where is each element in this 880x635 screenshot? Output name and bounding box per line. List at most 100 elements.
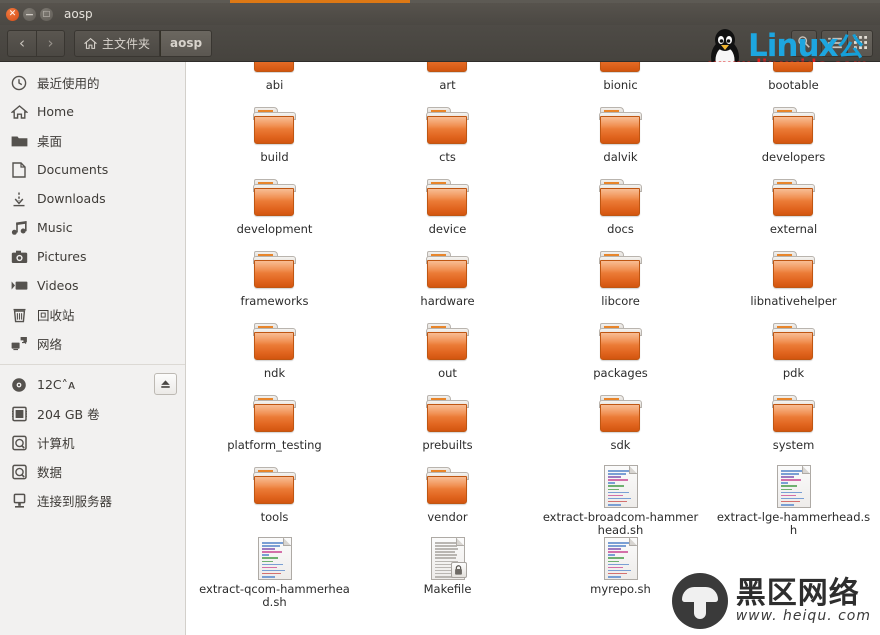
lock-badge-icon [450,562,467,578]
file-icon-wrap [770,248,818,292]
file-item[interactable]: abi [188,62,361,102]
harddisk-icon [10,434,28,452]
window-titlebar: ✕ − □ aosp [0,3,880,25]
folder-icon [253,62,297,73]
watermark-heiqu-url: www. heiqu. com [735,608,871,624]
download-icon [10,190,28,208]
trash-icon [10,306,28,324]
document-icon [10,161,28,179]
breadcrumb-item-current[interactable]: aosp [160,29,213,57]
folder-icon [425,251,470,289]
home-icon [84,37,97,50]
file-item[interactable]: ndk [188,318,361,390]
file-name-label: pdk [782,366,805,380]
sidebar-item-downloads[interactable]: Downloads [0,184,185,213]
file-icon-wrap [424,62,472,76]
file-item[interactable]: Makefile [361,534,534,606]
file-item[interactable]: docs [534,174,707,246]
eject-button[interactable] [154,373,177,395]
file-icon-wrap [424,176,472,220]
file-list-view[interactable]: abi art bionic bootable build cts dalvik develo… [186,62,879,635]
file-name-label: system [772,438,815,452]
file-item[interactable]: bionic [534,62,707,102]
sidebar-item-desktop[interactable]: 桌面 [0,126,185,155]
sidebar-item-data[interactable]: 数据 [0,457,185,486]
file-icon-wrap [251,248,299,292]
sidebar-item-recent[interactable]: 最近使用的 [0,68,185,97]
file-item[interactable]: art [361,62,534,102]
file-item[interactable]: bootable [707,62,879,102]
file-item[interactable]: extract-broadcom-hammerhead.sh [534,462,707,537]
sidebar-item-documents[interactable]: Documents [0,155,185,184]
music-icon [10,219,28,237]
sidebar-item-trash[interactable]: 回收站 [0,300,185,329]
file-icon-wrap [770,62,818,76]
sidebar-item-label: 204 GB 卷 [37,407,100,422]
file-item[interactable]: extract-qcom-hammerhead.sh [188,534,361,609]
file-item[interactable]: myrepo.sh [534,534,707,606]
file-item[interactable]: development [188,174,361,246]
window-body: 最近使用的 Home 桌面 Documents Downloads Music … [0,62,880,635]
window-controls: ✕ − □ [0,7,53,21]
file-item[interactable]: build [188,102,361,174]
file-item[interactable]: prebuilts [361,390,534,462]
sidebar-item-music[interactable]: Music [0,213,185,242]
list-view-button[interactable] [821,29,847,57]
file-item[interactable]: sdk [534,390,707,462]
sidebar-item-volume-204gb[interactable]: 204 GB 卷 [0,399,185,428]
sidebar-item-label: Documents [37,162,109,177]
back-button[interactable]: ‹ [7,29,36,57]
close-icon: ✕ [8,8,17,19]
file-item[interactable]: frameworks [188,246,361,318]
sidebar-item-disc[interactable]: 12C˄ᴀ [0,370,185,399]
sidebar-item-network[interactable]: 网络 [0,329,185,358]
file-manager-window: ✕ − □ aosp ‹ › 主文件夹 aosp Linux公 最近使用的 Ho… [0,3,880,635]
sidebar-item-label: Home [37,104,74,119]
sidebar-item-pictures[interactable]: Pictures [0,242,185,271]
folder-icon [598,107,643,145]
folder-icon [771,251,816,289]
file-item[interactable]: pdk [707,318,879,390]
file-item[interactable]: libcore [534,246,707,318]
chevron-right-icon: › [47,34,54,52]
sidebar-item-connect-to-server[interactable]: 连接到服务器 [0,486,185,515]
file-name-label: vendor [427,510,468,524]
file-icon-wrap [251,392,299,436]
maximize-button[interactable]: □ [40,7,53,21]
file-item[interactable]: out [361,318,534,390]
file-item[interactable]: vendor [361,462,534,534]
file-item[interactable]: libnativehelper [707,246,879,318]
toolbar-right-group [791,29,873,57]
file-item[interactable]: extract-lge-hammerhead.sh [707,462,879,537]
search-button[interactable] [791,29,817,57]
breadcrumb-item-home[interactable]: 主文件夹 [74,29,161,57]
file-item[interactable]: cts [361,102,534,174]
sidebar-item-computer[interactable]: 计算机 [0,428,185,457]
folder-icon [598,323,643,361]
file-item[interactable]: external [707,174,879,246]
chevron-left-icon: ‹ [19,34,25,52]
close-button[interactable]: ✕ [6,7,19,21]
file-name-label: extract-qcom-hammerhead.sh [199,582,350,609]
file-icon-wrap [251,464,299,508]
file-item[interactable]: system [707,390,879,462]
file-item[interactable]: platform_testing [188,390,361,462]
minimize-button[interactable]: − [23,7,36,21]
file-item[interactable]: dalvik [534,102,707,174]
window-title: aosp [64,7,93,21]
folder-icon [772,62,816,73]
file-item[interactable]: packages [534,318,707,390]
file-item[interactable]: tools [188,462,361,534]
clock-icon [10,74,28,92]
file-item[interactable]: developers [707,102,879,174]
file-item[interactable]: device [361,174,534,246]
sidebar-item-label: Downloads [37,191,106,206]
grid-view-button[interactable] [847,29,873,57]
file-item[interactable]: hardware [361,246,534,318]
file-icon-wrap [597,536,645,580]
file-name-label: libnativehelper [750,294,837,308]
folder-icon [598,395,643,433]
sidebar-item-home[interactable]: Home [0,97,185,126]
sidebar-item-videos[interactable]: Videos [0,271,185,300]
forward-button[interactable]: › [36,29,65,57]
